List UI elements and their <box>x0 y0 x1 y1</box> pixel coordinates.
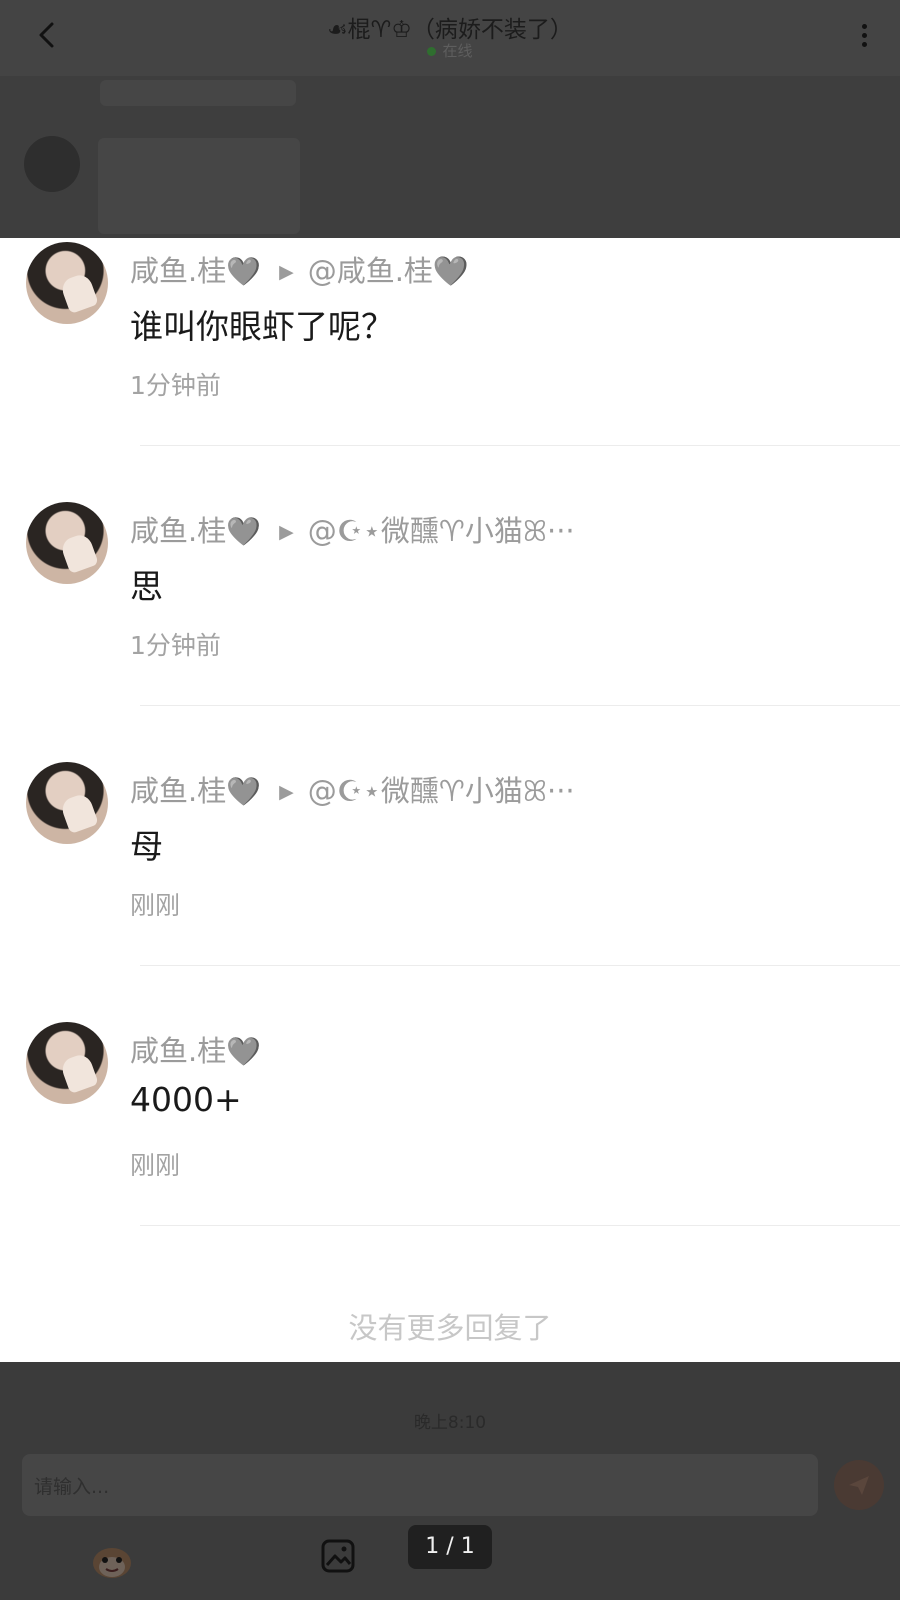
divider <box>140 1225 900 1226</box>
reply-item: 咸鱼.桂🩶 4000+ 刚刚 <box>0 1018 900 1284</box>
page-counter: 1 / 1 <box>408 1525 492 1569</box>
reply-arrow-icon: ▶ <box>279 781 294 803</box>
heart-icon: 🩶 <box>226 255 262 288</box>
ghost-avatar <box>24 136 80 192</box>
divider <box>140 965 900 966</box>
avatar[interactable] <box>26 762 108 844</box>
reply-target[interactable]: @☪⋆微醺♈小猫ꕤ··· <box>308 514 575 548</box>
online-status-label: 在线 <box>442 42 473 60</box>
chat-footer: 晚上8:10 请输入... 1 / 1 <box>0 1362 900 1600</box>
reply-target[interactable]: @咸鱼.桂🩶 <box>308 254 469 288</box>
divider <box>140 445 900 446</box>
heart-icon: 🩶 <box>226 775 262 808</box>
image-icon[interactable] <box>320 1538 356 1574</box>
reply-time: 刚刚 <box>130 1151 181 1180</box>
ghost-card <box>100 80 296 106</box>
reply-text[interactable]: 母 <box>130 820 163 868</box>
online-dot-icon <box>427 47 437 56</box>
reply-time: 1分钟前 <box>130 631 221 660</box>
reply-author[interactable]: 咸鱼.桂 <box>130 774 226 808</box>
reply-time: 1分钟前 <box>130 371 221 400</box>
reply-author[interactable]: 咸鱼.桂 <box>130 1034 226 1068</box>
reply-text[interactable]: 谁叫你眼虾了呢？ <box>130 300 394 348</box>
online-status: 在线 <box>0 40 900 61</box>
reply-item: 咸鱼.桂🩶 ▶ @☪⋆微醺♈小猫ꕤ··· 母 刚刚 <box>0 758 900 1024</box>
reply-time: 刚刚 <box>130 891 181 920</box>
reply-item: 咸鱼.桂🩶 ▶ @咸鱼.桂🩶 谁叫你眼虾了呢？ 1分钟前 <box>0 238 900 504</box>
avatar[interactable] <box>26 502 108 584</box>
reply-arrow-icon: ▶ <box>279 261 294 283</box>
avatar[interactable] <box>26 242 108 324</box>
send-button[interactable] <box>834 1460 884 1510</box>
send-icon <box>849 1476 869 1495</box>
reply-target[interactable]: @☪⋆微醺♈小猫ꕤ··· <box>308 774 575 808</box>
message-timestamp: 晚上8:10 <box>413 1413 487 1433</box>
chat-header: ☙棍♈♔（病娇不装了） 在线 <box>0 0 900 76</box>
reply-author[interactable]: 咸鱼.桂 <box>130 514 226 548</box>
no-more-replies: 没有更多回复了 <box>348 1311 552 1345</box>
more-icon[interactable] <box>858 20 870 54</box>
heart-icon: 🩶 <box>226 515 262 548</box>
reply-meta: 咸鱼.桂🩶 ▶ @☪⋆微醺♈小猫ꕤ··· <box>130 508 575 550</box>
reply-text[interactable]: 4000+ <box>130 1080 242 1119</box>
input-placeholder: 请输入... <box>34 1476 110 1498</box>
message-input[interactable]: 请输入... <box>22 1454 818 1516</box>
reply-meta: 咸鱼.桂🩶 ▶ @咸鱼.桂🩶 <box>130 248 469 290</box>
replies-panel: 咸鱼.桂🩶 ▶ @咸鱼.桂🩶 谁叫你眼虾了呢？ 1分钟前 咸鱼.桂🩶 ▶ @☪⋆微醺♈小… <box>0 238 900 1362</box>
reply-meta: 咸鱼.桂🩶 <box>130 1028 261 1070</box>
chat-background <box>0 76 900 238</box>
avatar[interactable] <box>26 1022 108 1104</box>
face-emoji-icon[interactable] <box>90 1538 134 1582</box>
chat-title: ☙棍♈♔（病娇不装了） <box>327 17 573 43</box>
reply-text[interactable]: 思 <box>130 560 163 608</box>
reply-author[interactable]: 咸鱼.桂 <box>130 254 226 288</box>
reply-meta: 咸鱼.桂🩶 ▶ @☪⋆微醺♈小猫ꕤ··· <box>130 768 575 810</box>
heart-icon: 🩶 <box>226 1035 262 1068</box>
divider <box>140 705 900 706</box>
ghost-card <box>98 138 300 234</box>
reply-item: 咸鱼.桂🩶 ▶ @☪⋆微醺♈小猫ꕤ··· 思 1分钟前 <box>0 498 900 764</box>
reply-arrow-icon: ▶ <box>279 521 294 543</box>
